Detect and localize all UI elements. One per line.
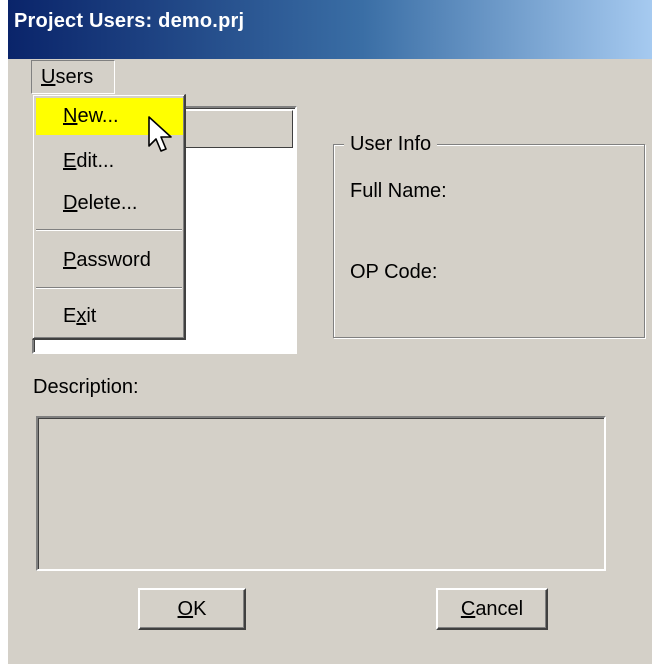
- window-title: Project Users: demo.prj: [14, 10, 245, 32]
- menu-separator: [36, 287, 182, 289]
- arrow-pointer-icon: [148, 116, 172, 152]
- menu-item-new-mnemonic: N: [63, 105, 78, 127]
- op-code-label: OP Code:: [350, 261, 438, 283]
- title-bar[interactable]: Project Users: demo.prj: [8, 0, 652, 59]
- menu-users-mnemonic: U: [41, 66, 56, 88]
- menu-users[interactable]: Users: [31, 60, 115, 94]
- menu-item-exit-prefix: E: [63, 305, 77, 327]
- menu-item-edit-label: dit...: [76, 150, 115, 172]
- description-label: Description:: [33, 376, 139, 398]
- menu-item-password[interactable]: Password: [36, 242, 183, 279]
- cancel-mnemonic: C: [460, 598, 476, 620]
- menu-item-password-mnemonic: P: [63, 249, 77, 271]
- cancel-button[interactable]: Cancel: [436, 588, 548, 630]
- user-info-legend: User Info: [344, 133, 438, 156]
- cancel-label: ancel: [475, 598, 524, 620]
- menu-item-delete-label: elete...: [77, 192, 138, 214]
- menu-separator: [36, 229, 182, 231]
- menu-item-delete[interactable]: Delete...: [36, 185, 183, 222]
- menu-item-delete-mnemonic: D: [63, 192, 78, 214]
- full-name-label: Full Name:: [350, 180, 447, 202]
- ok-mnemonic: O: [177, 598, 194, 620]
- menu-item-password-label: assword: [76, 249, 151, 271]
- description-field[interactable]: [36, 416, 606, 571]
- project-users-dialog: Project Users: demo.prj Users User Info …: [8, 0, 652, 664]
- menu-item-edit-mnemonic: E: [63, 150, 77, 172]
- ok-label: K: [193, 598, 207, 620]
- menu-item-exit[interactable]: Exit: [36, 298, 183, 335]
- menu-item-exit-mnemonic: x: [76, 305, 87, 327]
- menu-users-label: sers: [55, 66, 94, 88]
- menu-item-exit-label: it: [86, 305, 97, 327]
- ok-button[interactable]: OK: [138, 588, 246, 630]
- user-info-group: [333, 144, 645, 338]
- menu-item-new-label: ew...: [77, 105, 119, 127]
